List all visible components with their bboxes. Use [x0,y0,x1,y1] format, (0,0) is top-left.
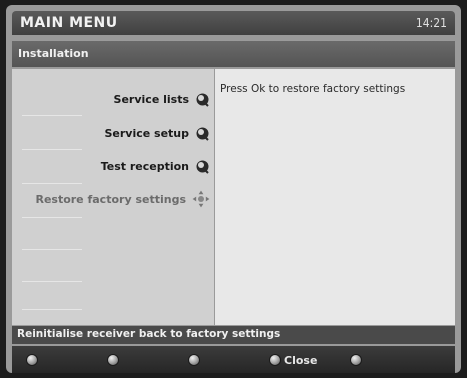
satellite-dish-icon [196,160,209,174]
button-dot-icon [107,354,119,366]
menu-separator [22,249,82,250]
menu-item-service-lists[interactable]: Service lists [114,87,210,111]
menu-separator [22,115,82,116]
title-bar: MAIN MENU 14:21 [12,11,455,35]
satellite-dish-icon [196,127,209,141]
menu-separator [22,217,82,218]
info-text: Press Ok to restore factory settings [220,83,406,95]
menu-separator [22,281,82,282]
button-label: Close [284,353,318,367]
tv-menu-screen: MAIN MENU 14:21 Installation Service lis… [6,5,461,373]
status-bar: Reinitialise receiver back to factory se… [12,326,455,344]
menu-item-label: Test reception [100,159,189,173]
menu-title: MAIN MENU [20,15,118,31]
navigation-cross-icon [192,190,210,208]
menu-separator [22,149,82,150]
close-button[interactable]: Close [269,353,317,367]
menu-item-restore-factory-settings[interactable]: Restore factory settings [35,187,210,211]
satellite-dish-icon [196,93,209,107]
button-dot-icon [350,354,362,366]
button-dot-icon [188,354,200,366]
status-text: Reinitialise receiver back to factory se… [17,328,281,340]
color-button-3[interactable] [188,353,203,367]
submenu-bar: Installation [12,41,455,67]
menu-item-label: Restore factory settings [35,192,186,206]
menu-list: Service lists Service setup Test recepti… [12,69,214,325]
clock: 14:21 [415,16,447,30]
button-dot-icon [26,354,38,366]
color-button-bar: Close [12,346,455,373]
color-button-5[interactable] [350,353,365,367]
menu-separator [22,309,82,310]
info-panel: Press Ok to restore factory settings [215,69,455,325]
color-button-1[interactable] [26,353,41,367]
button-dot-icon [269,354,281,366]
color-button-2[interactable] [107,353,122,367]
menu-item-label: Service setup [104,126,189,140]
menu-item-test-reception[interactable]: Test reception [101,154,210,178]
submenu-title: Installation [18,47,89,60]
menu-item-label: Service lists [113,92,189,106]
menu-item-service-setup[interactable]: Service setup [104,121,210,145]
menu-separator [22,183,82,184]
